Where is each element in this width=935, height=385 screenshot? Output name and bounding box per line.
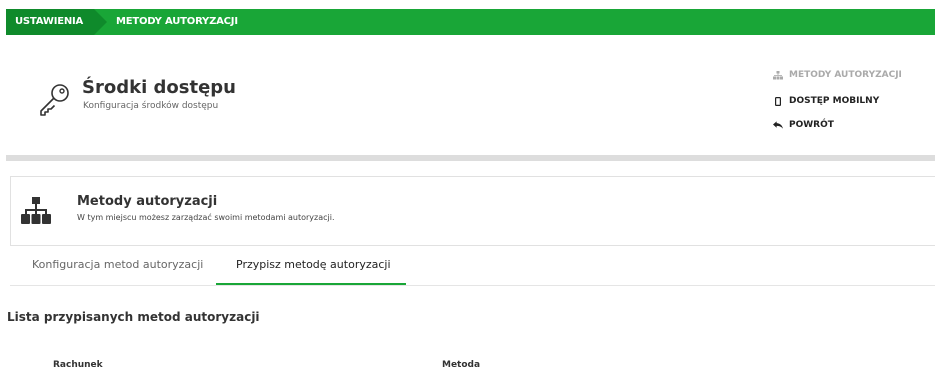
mobile-icon [773, 96, 783, 106]
section-description: W tym miejscu możesz zarządzać swoimi me… [77, 213, 335, 222]
link-metody-autoryzacji[interactable]: METODY AUTORYZACJI [773, 70, 902, 80]
tab-przypisz[interactable]: Przypisz metodę autoryzacji [236, 258, 391, 271]
link-label: POWRÓT [789, 120, 834, 130]
link-label: DOSTĘP MOBILNY [789, 96, 880, 106]
breadcrumb-item-ustawienia[interactable]: USTAWIENIA [6, 9, 107, 35]
breadcrumb-item-metody-autoryzacji: METODY AUTORYZACJI [116, 16, 238, 27]
tab-konfiguracja[interactable]: Konfiguracja metod autoryzacji [32, 258, 203, 271]
sitemap-icon [21, 197, 51, 224]
section-card [10, 176, 935, 246]
header-divider [6, 155, 935, 161]
column-header-metoda: Metoda [442, 360, 481, 370]
list-title: Lista przypisanych metod autoryzacji [7, 310, 260, 324]
link-dostep-mobilny[interactable]: DOSTĘP MOBILNY [773, 96, 879, 106]
breadcrumb-label: USTAWIENIA [15, 16, 84, 27]
column-header-rachunek: Rachunek [53, 360, 103, 370]
section-title: Metody autoryzacji [77, 194, 218, 209]
key-icon [40, 84, 69, 116]
back-arrow-icon [773, 120, 783, 130]
link-label: METODY AUTORYZACJI [789, 70, 902, 80]
tabs-divider [10, 285, 935, 286]
sitemap-icon [773, 70, 783, 80]
page-title: Środki dostępu [82, 77, 236, 98]
link-powrot[interactable]: POWRÓT [773, 120, 834, 130]
breadcrumb: USTAWIENIA METODY AUTORYZACJI [6, 9, 935, 35]
page-subtitle: Konfiguracja środków dostępu [83, 101, 219, 111]
